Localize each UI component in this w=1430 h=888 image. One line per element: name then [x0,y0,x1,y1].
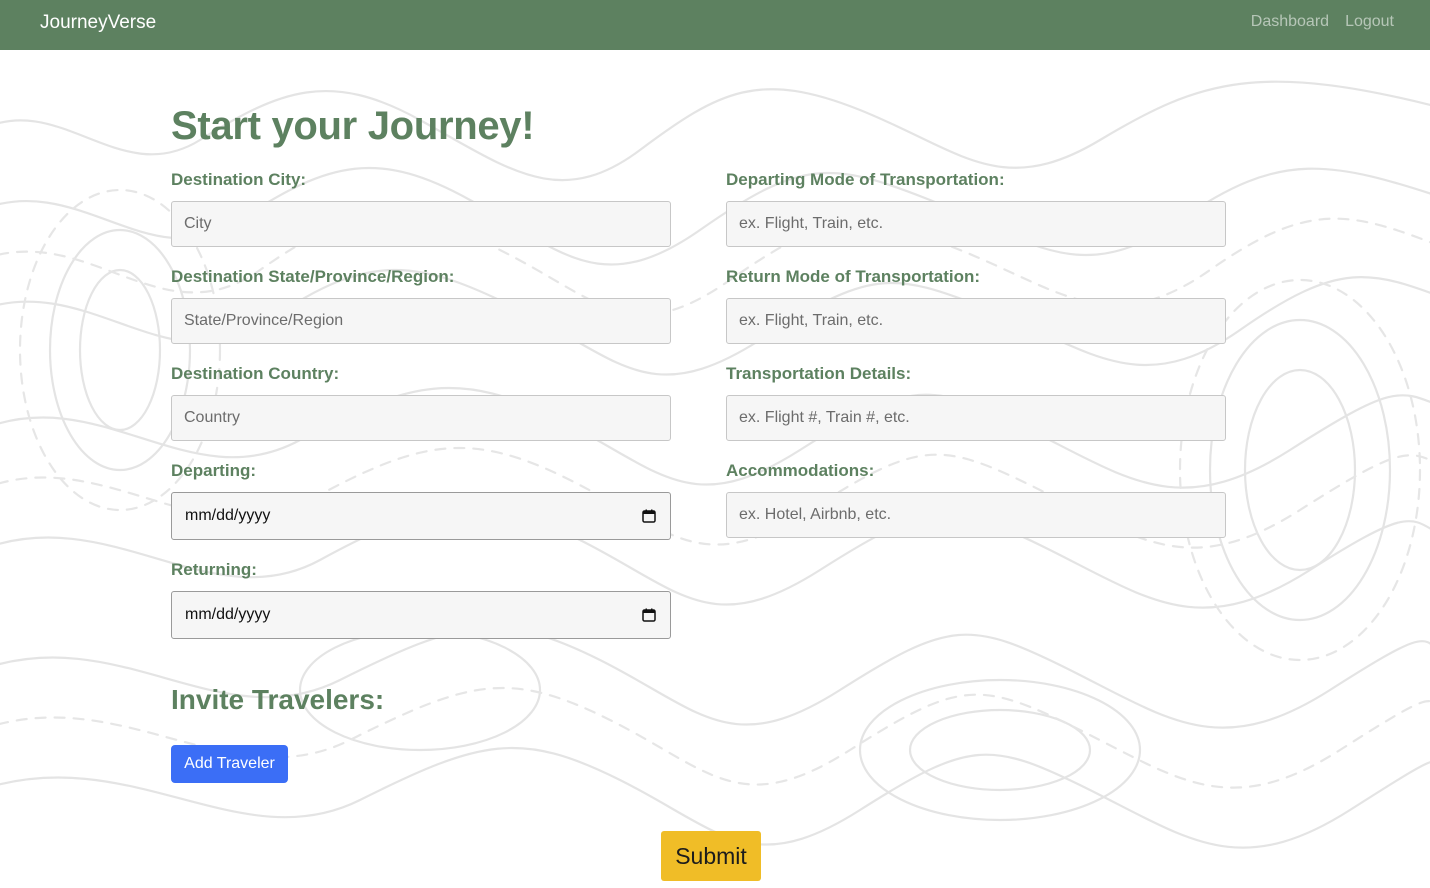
invite-travelers-title: Invite Travelers: [171,684,385,715]
return-transport-input[interactable] [726,298,1226,344]
transport-details-input[interactable] [726,395,1226,441]
brand-link[interactable]: JourneyVerse [40,12,156,34]
transport-details-label: Transportation Details: [726,364,912,383]
trip-form-page: Start your Journey! Destination City: De… [0,0,1430,888]
destination-state-label: Destination State/Province/Region: [171,267,455,286]
departing-date-value: mm/dd/yyyy [185,507,271,524]
returning-date-input[interactable]: mm/dd/yyyy [171,591,671,639]
returning-date-label: Returning: [171,560,257,579]
accommodations-label: Accommodations: [726,461,875,480]
destination-country-input[interactable] [171,395,671,441]
destination-city-label: Destination City: [171,170,307,189]
destination-state-input[interactable] [171,298,671,344]
navbar: JourneyVerse Dashboard Logout [0,0,1430,50]
return-transport-label: Return Mode of Transportation: [726,267,981,286]
calendar-icon[interactable] [642,509,656,523]
add-traveler-button[interactable]: Add Traveler [171,745,288,783]
departing-date-label: Departing: [171,461,256,480]
page-title: Start your Journey! [171,104,535,148]
departing-transport-input[interactable] [726,201,1226,247]
calendar-icon[interactable] [642,608,656,622]
submit-button[interactable]: Submit [661,831,761,881]
nav-links: Dashboard Logout [1251,13,1394,31]
destination-country-label: Destination Country: [171,364,340,383]
departing-date-input[interactable]: mm/dd/yyyy [171,492,671,540]
destination-city-input[interactable] [171,201,671,247]
departing-transport-label: Departing Mode of Transportation: [726,170,1005,189]
accommodations-input[interactable] [726,492,1226,538]
nav-link-logout[interactable]: Logout [1345,13,1394,31]
nav-link-dashboard[interactable]: Dashboard [1251,13,1329,31]
returning-date-value: mm/dd/yyyy [185,606,271,623]
